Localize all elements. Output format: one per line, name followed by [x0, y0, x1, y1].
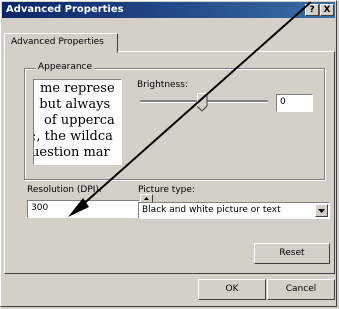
chevron-down-icon[interactable]	[315, 204, 328, 217]
resolution-label: Resolution (DPI):	[27, 185, 102, 195]
tab-advanced-properties[interactable]: Advanced Properties	[4, 33, 118, 53]
picture-type-label: Picture type:	[138, 185, 195, 195]
help-button[interactable]: ?	[305, 4, 319, 16]
preview-line: ;, the wildca	[33, 129, 113, 144]
picture-type-select[interactable]: Black and white picture or text	[138, 202, 330, 219]
preview-line: uestion mar	[33, 145, 110, 160]
title-bar: Advanced Properties ? X	[2, 2, 335, 18]
close-button[interactable]: X	[320, 4, 334, 16]
picture-type-value: Black and white picture or text	[142, 205, 281, 215]
appearance-group-label: Appearance	[36, 62, 95, 72]
preview-pane: me represe , but always of upperca ;, th…	[33, 79, 122, 165]
tab-label: Advanced Properties	[11, 37, 104, 47]
window-title: Advanced Properties	[6, 4, 124, 15]
brightness-field[interactable]: 0	[276, 94, 313, 112]
resolution-field[interactable]: 300	[27, 200, 140, 218]
brightness-label: Brightness:	[137, 80, 188, 90]
preview-line: me represe	[40, 81, 115, 96]
brightness-slider-thumb[interactable]	[197, 93, 208, 112]
preview-line: of upperca	[44, 113, 115, 128]
ok-button[interactable]: OK	[198, 279, 266, 300]
reset-button[interactable]: Reset	[254, 243, 330, 264]
cancel-button[interactable]: Cancel	[267, 279, 335, 300]
preview-line: , but always	[33, 97, 111, 112]
